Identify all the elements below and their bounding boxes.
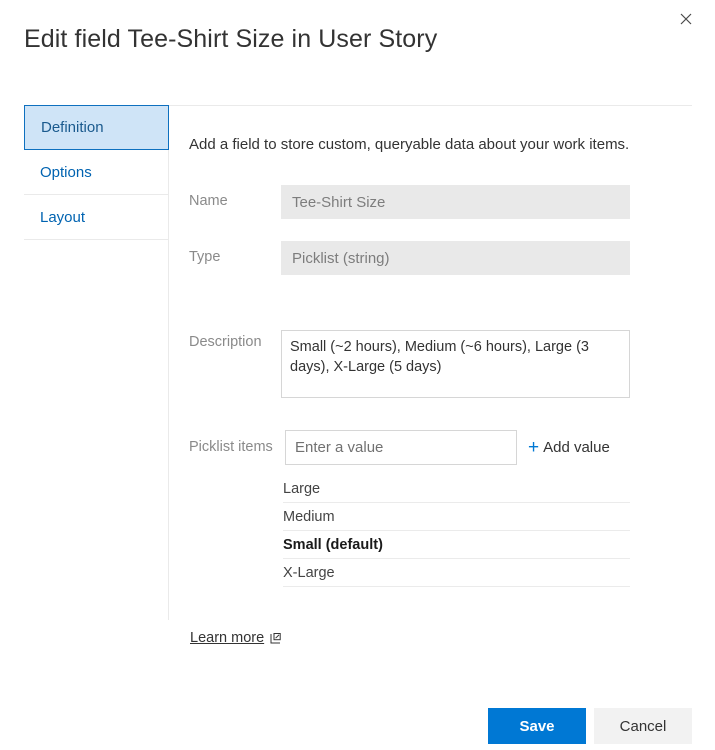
panel-intro-text: Add a field to store custom, queryable d… (189, 136, 630, 153)
picklist-value-input[interactable] (285, 430, 517, 465)
name-label: Name (189, 193, 228, 209)
sidebar-item-label: Layout (40, 208, 86, 226)
sidebar-item-definition[interactable]: Definition (24, 105, 169, 150)
list-item-label: Medium (283, 508, 335, 525)
external-link-icon (270, 632, 281, 644)
close-icon[interactable] (671, 5, 701, 33)
sidebar: Definition Options Layout (24, 105, 169, 240)
save-button[interactable]: Save (488, 708, 586, 744)
description-label: Description (189, 334, 262, 350)
picklist-items-label: Picklist items (189, 439, 273, 455)
picklist-values-list: Large Medium Small (default) X-Large (283, 475, 630, 587)
sidebar-item-layout[interactable]: Layout (24, 195, 169, 240)
list-item[interactable]: Large (283, 475, 630, 503)
content-top-divider (168, 105, 692, 106)
type-label: Type (189, 249, 221, 265)
list-item[interactable]: Medium (283, 503, 630, 531)
sidebar-item-label: Definition (41, 119, 104, 136)
page-title: Edit field Tee-Shirt Size in User Story (24, 25, 438, 53)
list-item-label: X-Large (283, 564, 335, 581)
add-value-button[interactable]: + Add value (528, 438, 610, 457)
cancel-button[interactable]: Cancel (594, 708, 692, 744)
name-field[interactable]: Tee-Shirt Size (281, 185, 630, 219)
sidebar-item-options[interactable]: Options (24, 150, 169, 195)
list-item[interactable]: X-Large (283, 559, 630, 587)
dialog-footer: Save Cancel (0, 686, 715, 750)
sidebar-item-label: Options (40, 163, 92, 181)
plus-icon: + (528, 437, 540, 458)
type-field[interactable]: Picklist (string) (281, 241, 630, 275)
list-item-label: Large (283, 480, 321, 497)
description-textarea[interactable] (281, 330, 630, 398)
list-item[interactable]: Small (default) (283, 531, 630, 559)
dialog-body: Definition Options Layout Add a field to… (0, 105, 715, 646)
add-value-label: Add value (543, 439, 610, 456)
learn-more-link[interactable]: Learn more (190, 630, 281, 646)
list-item-label: Small (default) (283, 536, 383, 553)
learn-more-label: Learn more (190, 630, 265, 646)
